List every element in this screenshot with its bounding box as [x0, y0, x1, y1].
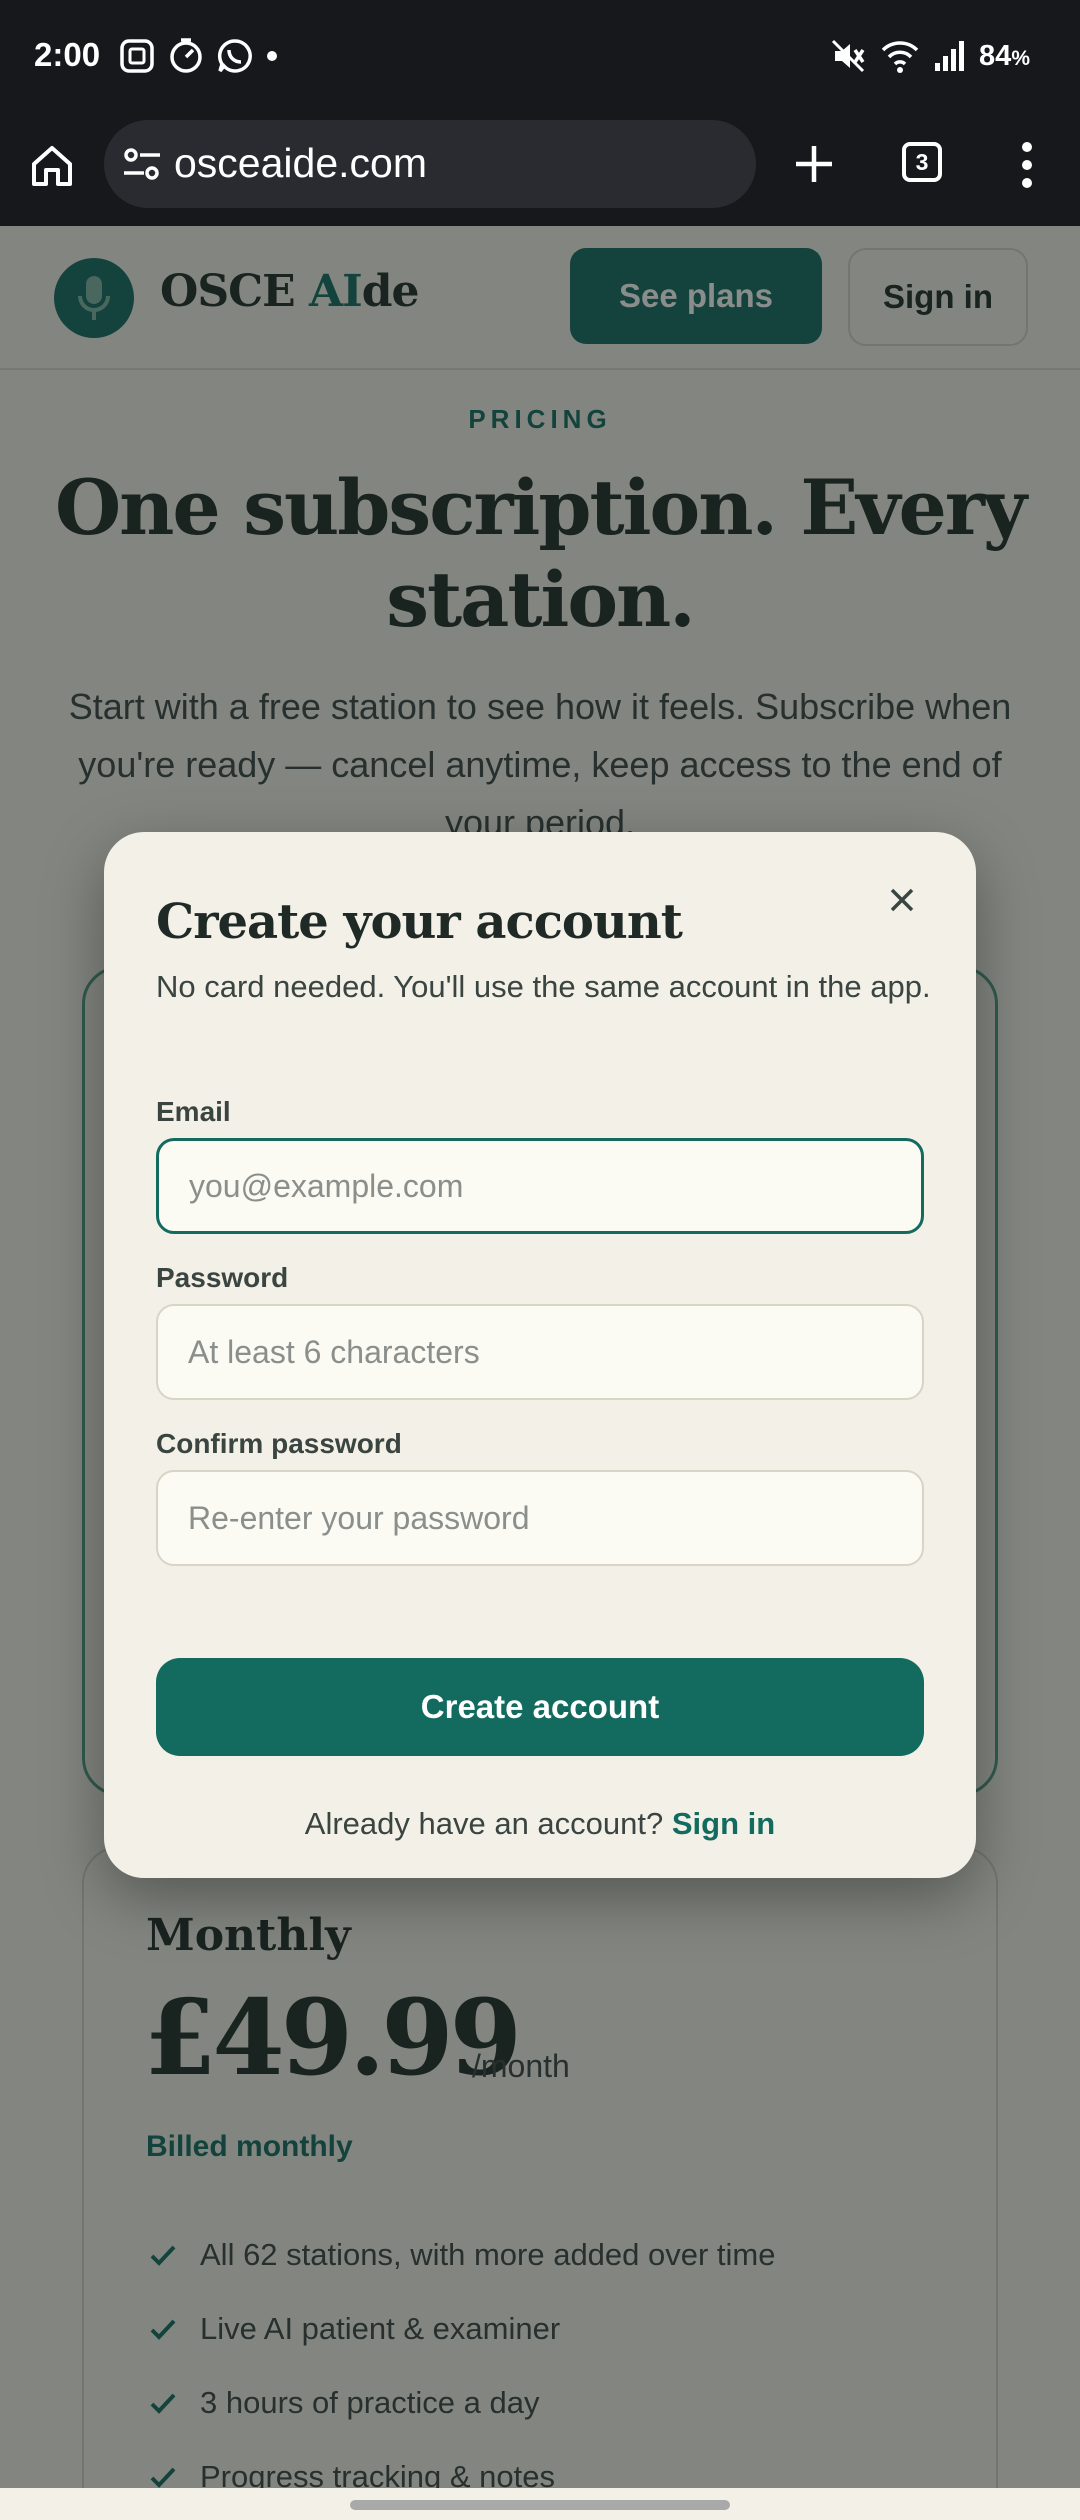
create-account-dialog: Create your account No card needed. You'…: [104, 832, 976, 1878]
signal-icon: [935, 41, 965, 71]
dialog-title: Create your account: [156, 894, 683, 950]
sign-in-link[interactable]: Sign in: [672, 1806, 775, 1841]
confirm-password-label: Confirm password: [156, 1428, 402, 1459]
status-bar: 2:00 84%: [0, 0, 1080, 118]
gesture-navigation-bar: [0, 2488, 1080, 2520]
password-label: Password: [156, 1262, 289, 1293]
password-field[interactable]: [156, 1304, 924, 1400]
site-settings-icon[interactable]: [122, 146, 162, 182]
create-account-button[interactable]: Create account: [156, 1658, 924, 1756]
home-icon[interactable]: [28, 142, 76, 190]
home-gesture-handle[interactable]: [350, 2500, 730, 2510]
new-tab-icon[interactable]: [790, 140, 838, 188]
url-text[interactable]: osceaide.com: [174, 140, 427, 187]
status-time: 2:00: [34, 36, 101, 73]
more-notifications-dot-icon: [267, 51, 277, 61]
email-label: Email: [156, 1096, 231, 1127]
screenshot-icon: [120, 39, 154, 73]
status-system-icons: 84%: [831, 36, 1030, 76]
close-icon[interactable]: [882, 880, 922, 920]
sign-in-prompt: Already have an account? Sign in: [304, 1806, 776, 1841]
email-field[interactable]: [156, 1138, 924, 1234]
dialog-subtitle: No card needed. You'll use the same acco…: [156, 969, 931, 1004]
overflow-menu-icon[interactable]: [1012, 140, 1042, 190]
confirm-password-field[interactable]: [156, 1470, 924, 1566]
whatsapp-icon: [217, 39, 252, 73]
wifi-icon: [881, 41, 919, 73]
battery-level: 84%: [979, 39, 1030, 72]
address-bar[interactable]: osceaide.com: [104, 120, 756, 208]
status-notification-icons: [118, 36, 278, 76]
browser-toolbar: osceaide.com 3: [0, 118, 1080, 226]
timer-icon: [170, 38, 202, 73]
mute-icon: [831, 39, 865, 73]
tab-switcher-button[interactable]: 3: [902, 142, 942, 182]
